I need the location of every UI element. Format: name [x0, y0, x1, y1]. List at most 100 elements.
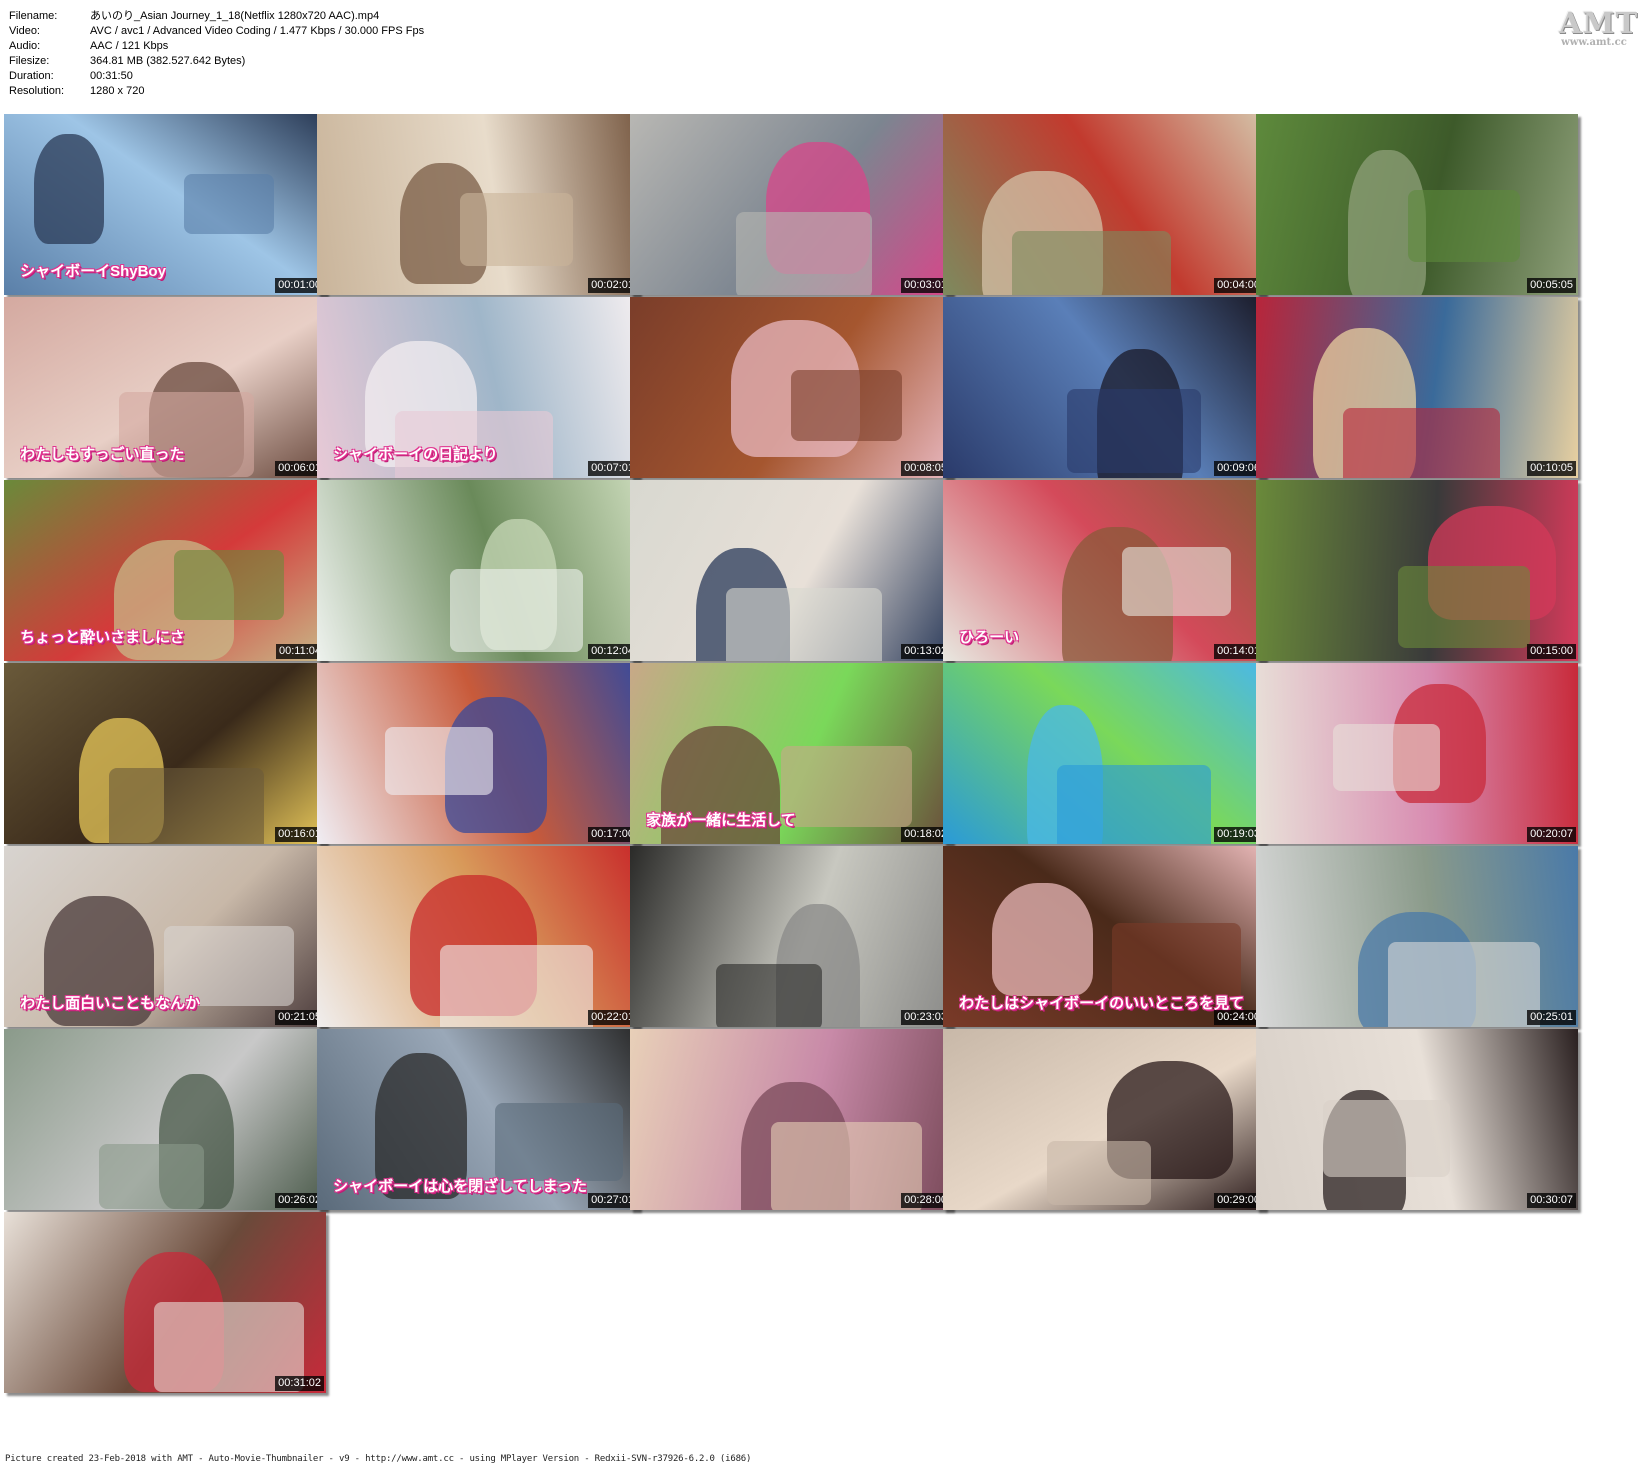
scene-element	[99, 1144, 204, 1209]
file-info-value: AAC / 121 Kbps	[90, 40, 169, 52]
file-info-key: Filesize:	[9, 55, 50, 67]
timestamp-label: 00:25:01	[1527, 1010, 1576, 1025]
video-thumbnail: 00:15:00	[1256, 480, 1578, 661]
scene-figure	[992, 883, 1093, 996]
file-info-row: Filesize: 364.81 MB (382.527.642 Bytes)	[9, 54, 424, 69]
timestamp-label: 00:10:05	[1527, 461, 1576, 476]
footer-credits: Picture created 23-Feb-2018 with AMT - A…	[5, 1454, 752, 1464]
file-info-value: あいのり_Asian Journey_1_18(Netflix 1280x720…	[90, 10, 380, 22]
video-thumbnail: 00:30:07	[1256, 1029, 1578, 1210]
video-thumbnail: 00:12:04	[317, 480, 639, 661]
file-info-key: Resolution:	[9, 85, 65, 97]
scene-element	[1047, 1141, 1151, 1205]
video-thumbnail: 00:03:01	[630, 114, 952, 295]
scene-element	[109, 768, 264, 844]
file-info-value: 00:31:50	[90, 70, 133, 82]
scene-element	[726, 588, 882, 661]
scene-element	[440, 945, 593, 1027]
video-thumbnail: 00:09:06	[943, 297, 1265, 478]
scene-element	[1343, 408, 1500, 478]
timestamp-label: 00:31:02	[275, 1376, 324, 1391]
scene-element	[495, 1103, 623, 1181]
video-thumbnail: 00:05:05	[1256, 114, 1578, 295]
file-info-row: Audio: AAC / 121 Kbps	[9, 39, 424, 54]
subtitle-caption: シャイボーイは心を閉ざしてしまった	[333, 1178, 588, 1195]
video-thumbnail: 00:28:00	[630, 1029, 952, 1210]
video-thumbnail: 00:10:05	[1256, 297, 1578, 478]
scene-element	[1112, 923, 1241, 1002]
video-thumbnail: 00:31:02	[4, 1212, 326, 1393]
subtitle-caption: ひろーい	[959, 629, 1020, 646]
scene-element	[450, 569, 583, 652]
video-thumbnail: わたしはシャイボーイのいいところを見て 00:24:00	[943, 846, 1265, 1027]
video-thumbnail: 00:29:00	[943, 1029, 1265, 1210]
subtitle-caption: わたしはシャイボーイのいいところを見て	[959, 995, 1245, 1012]
logo-text: AMT	[1559, 6, 1639, 40]
scene-figure	[34, 134, 104, 244]
file-info-row: Video: AVC / avc1 / Advanced Video Coding…	[9, 24, 424, 39]
file-info-value: AVC / avc1 / Advanced Video Coding / 1.4…	[90, 25, 425, 37]
video-thumbnail: わたし面白いこともなんか 00:21:05	[4, 846, 326, 1027]
video-thumbnail: 00:13:02	[630, 480, 952, 661]
scene-element	[1408, 190, 1520, 262]
file-info-row: Filename: あいのり_Asian Journey_1_18(Netflix…	[9, 9, 424, 24]
logo-url: www.amt.cc	[1561, 37, 1627, 48]
file-info-key: Audio:	[9, 40, 41, 52]
scene-element	[716, 964, 822, 1027]
file-info-panel: Filename: あいのり_Asian Journey_1_18(Netflix…	[9, 9, 424, 99]
video-thumbnail: 00:22:01	[317, 846, 639, 1027]
subtitle-caption: わたしもすっごい直った	[20, 446, 185, 463]
scene-element	[791, 370, 902, 441]
timestamp-label: 00:05:05	[1527, 278, 1576, 293]
scene-element	[119, 392, 254, 477]
file-info-row: Duration: 00:31:50	[9, 69, 424, 84]
video-thumbnail: ちょっと酔いさましにさ 00:11:04	[4, 480, 326, 661]
video-thumbnail: ひろーい 00:14:01	[943, 480, 1265, 661]
scene-element	[1122, 547, 1231, 616]
amt-logo: AMT www.amt.cc	[1559, 6, 1639, 48]
scene-element	[1388, 942, 1540, 1027]
file-info-key: Filename:	[9, 10, 58, 22]
file-info-key: Video:	[9, 25, 40, 37]
video-thumbnail: 家族が一緒に生活して 00:18:02	[630, 663, 952, 844]
scene-element	[1067, 389, 1201, 473]
file-info-row: Resolution: 1280 x 720	[9, 84, 424, 99]
video-thumbnail: わたしもすっごい直った 00:06:01	[4, 297, 326, 478]
scene-element	[736, 212, 872, 295]
video-thumbnail: 00:19:03	[943, 663, 1265, 844]
scene-element	[781, 746, 912, 827]
thumbnail-grid: シャイボーイShyBoy 00:01:00 00:02:01 00:03:01 00:0…	[4, 114, 1644, 1449]
file-info-key: Duration:	[9, 70, 54, 82]
video-thumbnail: 00:16:01	[4, 663, 326, 844]
timestamp-label: 00:30:07	[1527, 1193, 1576, 1208]
subtitle-caption: わたし面白いこともなんか	[20, 995, 201, 1012]
scene-element	[385, 727, 493, 795]
video-thumbnail: シャイボーイは心を閉ざしてしまった 00:27:01	[317, 1029, 639, 1210]
scene-element	[1012, 231, 1171, 295]
subtitle-caption: シャイボーイの日記より	[333, 446, 498, 463]
video-thumbnail: シャイボーイの日記より 00:07:01	[317, 297, 639, 478]
video-thumbnail: 00:26:02	[4, 1029, 326, 1210]
file-info-value: 364.81 MB (382.527.642 Bytes)	[90, 55, 246, 67]
subtitle-caption: シャイボーイShyBoy	[20, 263, 166, 280]
scene-element	[460, 193, 573, 266]
scene-element	[771, 1122, 922, 1210]
subtitle-caption: 家族が一緒に生活して	[646, 812, 796, 829]
video-thumbnail: 00:20:07	[1256, 663, 1578, 844]
video-thumbnail: 00:17:00	[317, 663, 639, 844]
scene-element	[1323, 1100, 1450, 1177]
scene-element	[174, 550, 284, 620]
video-thumbnail: 00:23:03	[630, 846, 952, 1027]
file-info-value: 1280 x 720	[90, 85, 145, 97]
video-thumbnail: 00:02:01	[317, 114, 639, 295]
scene-element	[184, 174, 274, 234]
video-thumbnail: シャイボーイShyBoy 00:01:00	[4, 114, 326, 295]
video-thumbnail: 00:25:01	[1256, 846, 1578, 1027]
video-thumbnail: 00:04:00	[943, 114, 1265, 295]
timestamp-label: 00:15:00	[1527, 644, 1576, 659]
subtitle-caption: ちょっと酔いさましにさ	[20, 629, 185, 646]
scene-element	[1398, 566, 1530, 648]
scene-element	[1333, 724, 1440, 791]
timestamp-label: 00:20:07	[1527, 827, 1576, 842]
scene-element	[1057, 765, 1211, 844]
